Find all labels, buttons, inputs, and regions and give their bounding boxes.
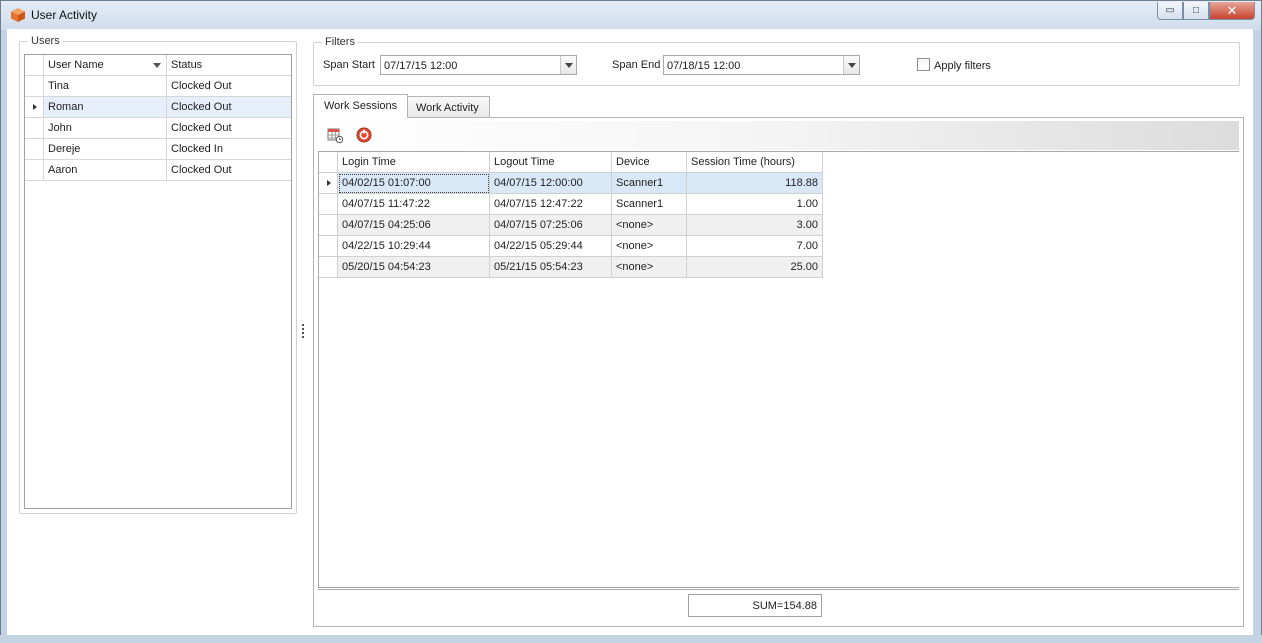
row-indicator — [319, 173, 338, 194]
users-grid-header: User Name Status — [25, 55, 291, 76]
row-indicator — [319, 257, 338, 278]
splitter-grip-icon[interactable] — [302, 324, 304, 338]
row-indicator — [319, 215, 338, 236]
user-name-cell[interactable]: Tina — [44, 76, 167, 96]
filter-dropdown-icon[interactable] — [153, 63, 161, 68]
user-name-cell[interactable]: Dereje — [44, 139, 167, 159]
app-cube-icon — [11, 8, 25, 22]
session-hours-cell[interactable]: 118.88 — [687, 173, 823, 194]
users-grid[interactable]: User Name Status Tina Clocked Out Roman … — [24, 54, 292, 509]
row-indicator — [25, 97, 44, 117]
column-header-user-name-label: User Name — [48, 59, 104, 71]
login-time-cell[interactable]: 04/22/15 10:29:44 — [338, 236, 490, 257]
window-bottom-frame — [0, 635, 1262, 643]
session-row[interactable]: 04/07/15 04:25:06 04/07/15 07:25:06 <non… — [319, 215, 1239, 236]
current-row-arrow-icon — [327, 180, 331, 186]
span-start-value: 07/17/15 12:00 — [384, 60, 458, 72]
session-row[interactable]: 05/20/15 04:54:23 05/21/15 05:54:23 <non… — [319, 257, 1239, 278]
row-indicator — [319, 194, 338, 215]
column-header-login-time[interactable]: Login Time — [338, 152, 490, 173]
apply-filters-checkbox[interactable] — [917, 58, 930, 71]
device-cell[interactable]: Scanner1 — [612, 194, 687, 215]
column-header-session-time[interactable]: Session Time (hours) — [687, 152, 823, 173]
session-hours-cell[interactable]: 1.00 — [687, 194, 823, 215]
tab-work-sessions[interactable]: Work Sessions — [313, 94, 409, 118]
login-time-cell[interactable]: 05/20/15 04:54:23 — [338, 257, 490, 278]
row-indicator — [25, 160, 44, 180]
title-bar[interactable]: User Activity ▭ □ ✕ — [1, 1, 1261, 30]
session-hours-cell[interactable]: 25.00 — [687, 257, 823, 278]
close-button[interactable]: ✕ — [1209, 2, 1255, 20]
sessions-grid-header: Login Time Logout Time Device Session Ti… — [319, 152, 1239, 173]
maximize-button[interactable]: □ — [1183, 2, 1209, 20]
device-cell[interactable]: <none> — [612, 257, 687, 278]
login-time-cell[interactable]: 04/07/15 11:47:22 — [338, 194, 490, 215]
row-indicator — [25, 139, 44, 159]
minimize-button[interactable]: ▭ — [1157, 2, 1183, 20]
current-row-arrow-icon — [33, 104, 37, 110]
apply-filters-label[interactable]: Apply filters — [934, 60, 991, 72]
sessions-toolbar — [318, 121, 1239, 150]
column-header-user-name[interactable]: User Name — [44, 55, 167, 75]
user-row-selected[interactable]: Roman Clocked Out — [25, 97, 291, 118]
column-header-device[interactable]: Device — [612, 152, 687, 173]
login-time-cell[interactable]: 04/02/15 01:07:00 — [338, 173, 490, 194]
user-status-cell[interactable]: Clocked Out — [167, 97, 291, 117]
reset-icon[interactable] — [355, 126, 373, 144]
span-end-label: Span End — [612, 59, 661, 71]
session-time-sum: SUM=154.88 — [688, 594, 822, 617]
user-status-cell[interactable]: Clocked In — [167, 139, 291, 159]
chevron-down-icon[interactable] — [843, 56, 859, 74]
device-cell[interactable]: <none> — [612, 236, 687, 257]
logout-time-cell[interactable]: 04/07/15 07:25:06 — [490, 215, 612, 236]
user-status-cell[interactable]: Clocked Out — [167, 118, 291, 138]
tab-work-activity[interactable]: Work Activity — [405, 96, 490, 118]
row-indicator — [319, 236, 338, 257]
logout-time-cell[interactable]: 05/21/15 05:54:23 — [490, 257, 612, 278]
row-indicator — [25, 118, 44, 138]
logout-time-cell[interactable]: 04/07/15 12:00:00 — [490, 173, 612, 194]
user-status-cell[interactable]: Clocked Out — [167, 160, 291, 180]
filters-group-legend: Filters — [325, 36, 355, 48]
column-header-logout-time[interactable]: Logout Time — [490, 152, 612, 173]
span-end-combo[interactable]: 07/18/15 12:00 — [663, 55, 860, 75]
window-title: User Activity — [31, 8, 98, 22]
logout-time-cell[interactable]: 04/07/15 12:47:22 — [490, 194, 612, 215]
device-cell[interactable]: <none> — [612, 215, 687, 236]
login-time-cell[interactable]: 04/07/15 04:25:06 — [338, 215, 490, 236]
span-start-label: Span Start — [323, 59, 375, 71]
column-header-status[interactable]: Status — [167, 55, 291, 75]
row-indicator-header — [319, 152, 338, 173]
span-end-value: 07/18/15 12:00 — [667, 60, 741, 72]
user-name-cell[interactable]: Aaron — [44, 160, 167, 180]
device-cell[interactable]: Scanner1 — [612, 173, 687, 194]
session-hours-cell[interactable]: 3.00 — [687, 215, 823, 236]
row-indicator — [25, 76, 44, 96]
session-hours-cell[interactable]: 7.00 — [687, 236, 823, 257]
window-controls: ▭ □ ✕ — [1157, 2, 1255, 20]
calendar-grid-icon[interactable] — [326, 126, 344, 144]
user-row[interactable]: John Clocked Out — [25, 118, 291, 139]
logout-time-cell[interactable]: 04/22/15 05:29:44 — [490, 236, 612, 257]
user-row[interactable]: Tina Clocked Out — [25, 76, 291, 97]
sessions-grid[interactable]: Login Time Logout Time Device Session Ti… — [318, 151, 1239, 588]
user-name-cell[interactable]: Roman — [44, 97, 167, 117]
session-row-selected[interactable]: 04/02/15 01:07:00 04/07/15 12:00:00 Scan… — [319, 173, 1239, 194]
session-row[interactable]: 04/07/15 11:47:22 04/07/15 12:47:22 Scan… — [319, 194, 1239, 215]
row-indicator-header — [25, 55, 44, 75]
chevron-down-icon[interactable] — [560, 56, 576, 74]
user-row[interactable]: Aaron Clocked Out — [25, 160, 291, 181]
user-row[interactable]: Dereje Clocked In — [25, 139, 291, 160]
user-name-cell[interactable]: John — [44, 118, 167, 138]
session-row[interactable]: 04/22/15 10:29:44 04/22/15 05:29:44 <non… — [319, 236, 1239, 257]
users-group-legend: Users — [31, 35, 60, 47]
span-start-combo[interactable]: 07/17/15 12:00 — [380, 55, 577, 75]
user-status-cell[interactable]: Clocked Out — [167, 76, 291, 96]
